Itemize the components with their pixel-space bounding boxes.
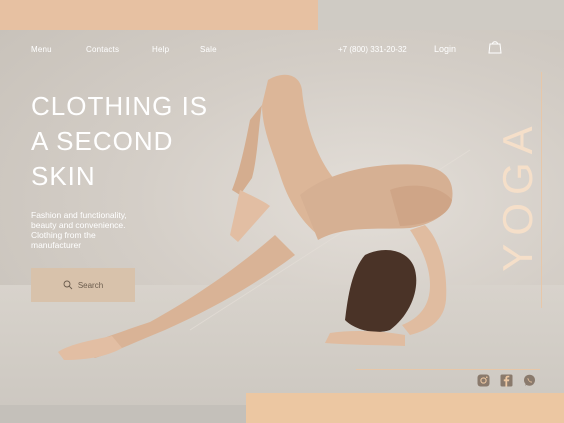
nav-item-help[interactable]: Help bbox=[152, 45, 169, 54]
subtext-line-3: Clothing from the bbox=[31, 230, 96, 240]
login-link[interactable]: Login bbox=[434, 44, 456, 54]
subtext-line-4: manufacturer bbox=[31, 240, 82, 250]
hero-subtext: Fashion and functionality, beauty and co… bbox=[31, 210, 151, 250]
horizontal-divider bbox=[356, 369, 540, 370]
subtext-line-2: beauty and convenience. bbox=[31, 220, 126, 230]
shopping-bag-icon[interactable] bbox=[488, 40, 502, 54]
instagram-icon[interactable] bbox=[477, 374, 490, 387]
search-icon bbox=[63, 280, 73, 290]
nav-item-sale[interactable]: Sale bbox=[200, 45, 217, 54]
headline-line-1: CLOTHING IS bbox=[31, 91, 209, 121]
nav-item-menu[interactable]: Menu bbox=[31, 45, 52, 54]
headline-line-2: A SECOND bbox=[31, 126, 174, 156]
phone-number[interactable]: +7 (800) 331-20-32 bbox=[338, 45, 407, 54]
nav-item-contacts[interactable]: Contacts bbox=[86, 45, 119, 54]
whatsapp-icon[interactable] bbox=[523, 374, 536, 387]
facebook-icon[interactable] bbox=[500, 374, 513, 387]
hero-headline: CLOTHING IS A SECOND SKIN bbox=[31, 89, 231, 194]
bottom-accent-bar-peach bbox=[246, 393, 564, 423]
search-button-label: Search bbox=[77, 280, 104, 290]
top-accent-bar-gray bbox=[318, 0, 564, 30]
vertical-title: YOGA bbox=[494, 118, 541, 272]
bottom-accent-bar-gray bbox=[0, 405, 246, 423]
subtext-line-1: Fashion and functionality, bbox=[31, 210, 127, 220]
headline-line-3: SKIN bbox=[31, 161, 96, 191]
top-accent-bar-peach bbox=[0, 0, 318, 30]
search-button[interactable]: Search bbox=[31, 268, 135, 302]
landing-page: Menu Contacts Help Sale +7 (800) 331-20-… bbox=[0, 0, 564, 423]
vertical-divider bbox=[541, 72, 542, 308]
